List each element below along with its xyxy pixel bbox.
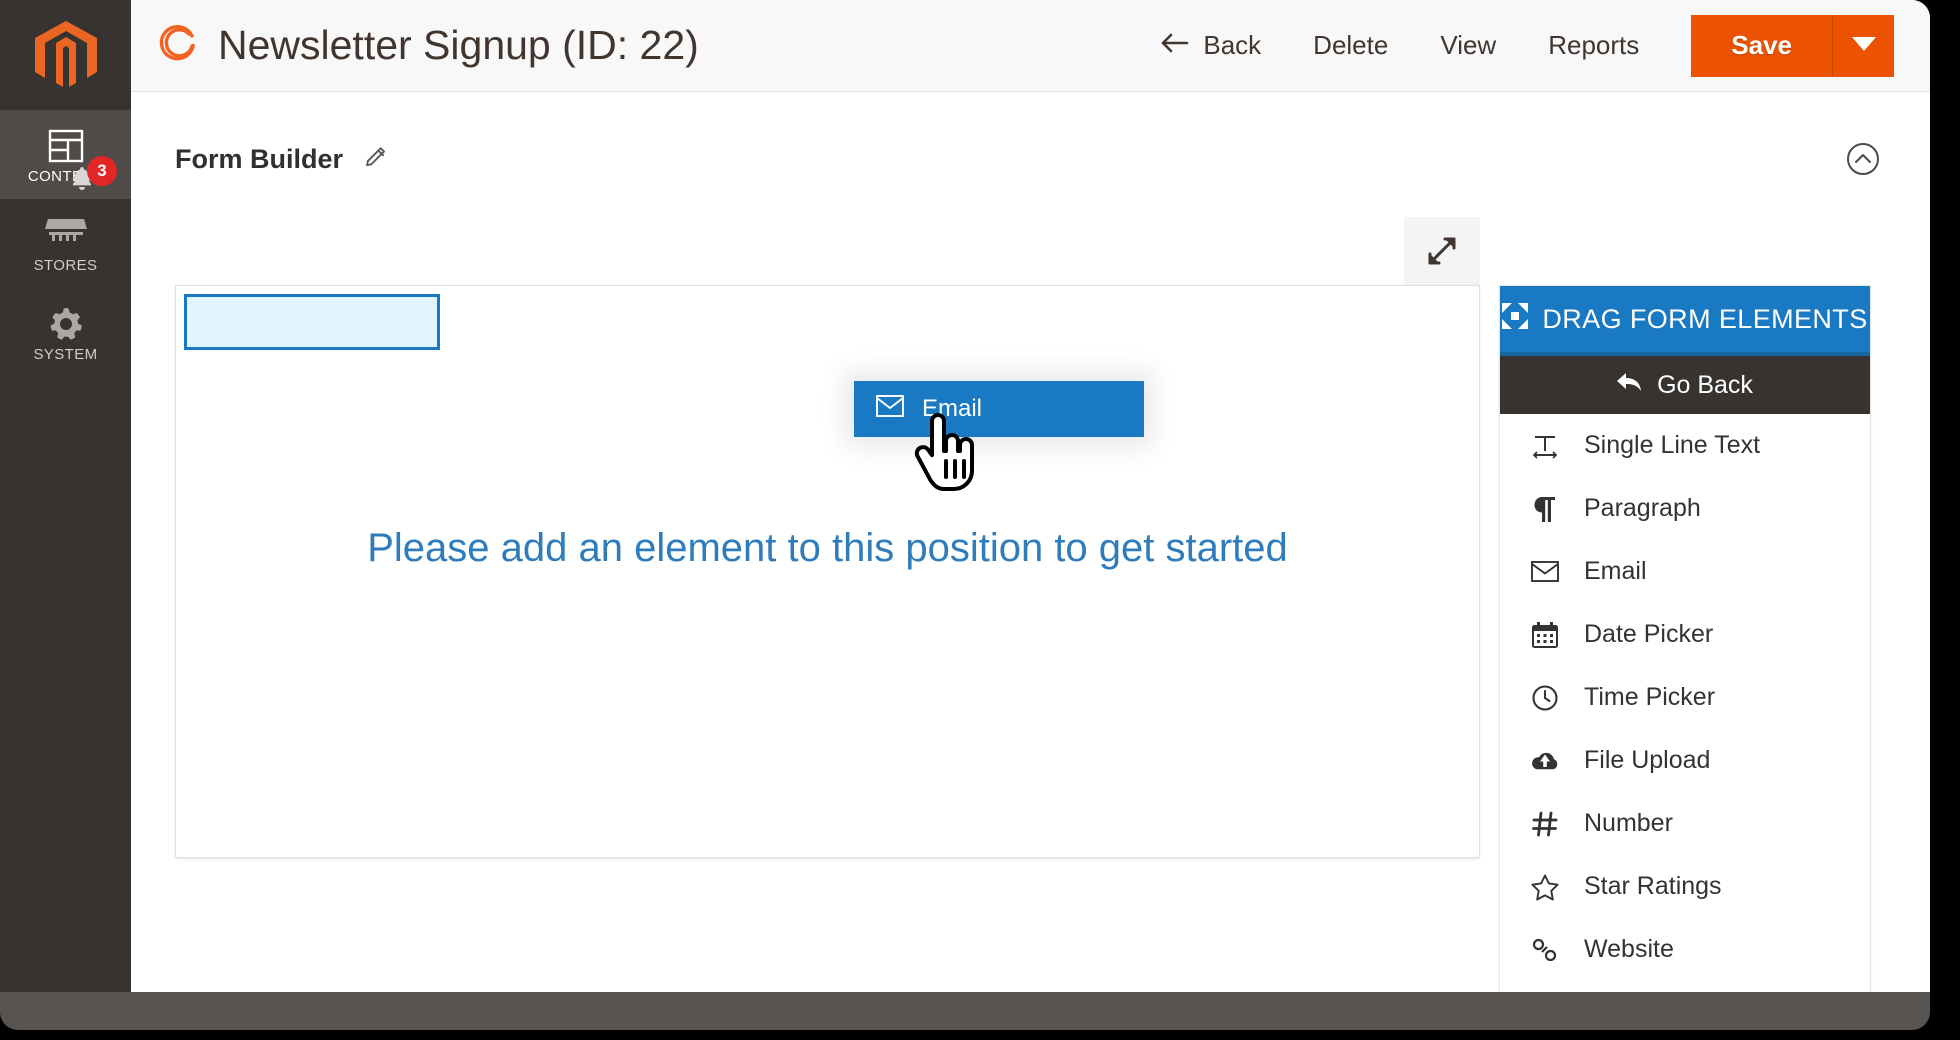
- element-item-label: Paragraph: [1584, 494, 1701, 523]
- view-button[interactable]: View: [1414, 30, 1522, 61]
- element-item-label: Single Line Text: [1584, 431, 1760, 460]
- save-dropdown-toggle[interactable]: [1832, 15, 1894, 77]
- envelope-icon: [876, 395, 904, 424]
- pilcrow-icon: [1530, 496, 1560, 522]
- sidebar-item-content[interactable]: 3 CONTENT: [0, 110, 131, 199]
- back-button[interactable]: Back: [1133, 30, 1287, 61]
- loading-circle-icon: [158, 23, 198, 68]
- go-back-button[interactable]: Go Back: [1500, 356, 1870, 414]
- form-canvas[interactable]: Please add an element to this position t…: [175, 285, 1480, 858]
- clock-icon: [1530, 685, 1560, 711]
- calendar-icon: [1530, 622, 1560, 648]
- panel-header-label: DRAG FORM ELEMENTS: [1542, 304, 1867, 335]
- canvas-empty-text: Please add an element to this position t…: [176, 526, 1479, 571]
- element-item-date-picker[interactable]: Date Picker: [1500, 603, 1870, 666]
- go-back-label: Go Back: [1657, 371, 1753, 400]
- page-title-wrap: Newsletter Signup (ID: 22): [158, 22, 1133, 69]
- delete-button[interactable]: Delete: [1287, 30, 1414, 61]
- drag-arrows-icon: [1502, 303, 1528, 336]
- star-outline-icon: [1530, 874, 1560, 900]
- envelope-icon: [1530, 561, 1560, 582]
- caret-down-icon: [1852, 37, 1876, 54]
- drag-ghost-label: Email: [922, 395, 982, 423]
- view-button-label: View: [1440, 30, 1496, 61]
- sidebar-item-stores[interactable]: STORES: [0, 199, 131, 288]
- page-header: Newsletter Signup (ID: 22) Back Delete V…: [131, 0, 1930, 92]
- hash-icon: [1530, 811, 1560, 837]
- arrow-left-icon: [1159, 30, 1189, 61]
- cloud-upload-icon: [1530, 750, 1560, 772]
- system-gear-icon: [4, 304, 127, 346]
- header-actions: Back Delete View Reports Save: [1133, 0, 1930, 91]
- sidebar-item-label-stores: STORES: [4, 257, 127, 274]
- element-item-star-ratings[interactable]: Star Ratings: [1500, 855, 1870, 918]
- text-width-icon: [1530, 433, 1560, 459]
- save-button[interactable]: Save: [1691, 15, 1832, 77]
- element-item-label: Number: [1584, 809, 1673, 838]
- panel-header: DRAG FORM ELEMENTS: [1500, 286, 1870, 356]
- save-split-button: Save: [1691, 15, 1894, 77]
- admin-sidebar: 3 CONTENT STORES SYSTEM: [0, 0, 131, 992]
- element-item-label: Time Picker: [1584, 683, 1715, 712]
- link-chain-icon: [1530, 937, 1560, 963]
- element-item-email[interactable]: Email: [1500, 540, 1870, 603]
- delete-button-label: Delete: [1313, 30, 1388, 61]
- browser-window-frame: 3 CONTENT STORES SYSTEM: [0, 0, 1930, 1030]
- element-item-time-picker[interactable]: Time Picker: [1500, 666, 1870, 729]
- element-item-single-line-text[interactable]: Single Line Text: [1500, 414, 1870, 477]
- reports-button[interactable]: Reports: [1522, 30, 1665, 61]
- content-notification-badge: 3: [87, 156, 117, 186]
- stores-shop-icon: [4, 215, 127, 257]
- chevron-up-circle-icon[interactable]: [1846, 142, 1880, 181]
- element-item-paragraph[interactable]: Paragraph: [1500, 477, 1870, 540]
- reports-button-label: Reports: [1548, 30, 1639, 61]
- element-item-number[interactable]: Number: [1500, 792, 1870, 855]
- back-button-label: Back: [1203, 30, 1261, 61]
- element-item-website[interactable]: Website: [1500, 918, 1870, 981]
- element-item-label: Date Picker: [1584, 620, 1713, 649]
- main-content: Form Builder Please add an: [131, 92, 1930, 992]
- expand-arrows-icon[interactable]: [1404, 217, 1480, 285]
- element-item-label: Website: [1584, 935, 1674, 964]
- element-item-file-upload[interactable]: File Upload: [1500, 729, 1870, 792]
- drag-form-elements-panel: DRAG FORM ELEMENTS Go Back: [1499, 285, 1871, 992]
- magento-logo-icon[interactable]: [0, 0, 131, 110]
- page-title: Newsletter Signup (ID: 22): [218, 22, 699, 69]
- element-item-label: Email: [1584, 557, 1647, 586]
- pencil-icon[interactable]: [365, 145, 389, 174]
- element-item-label: Star Ratings: [1584, 872, 1722, 901]
- drag-ghost-email-element[interactable]: Email: [854, 381, 1144, 437]
- drop-placeholder[interactable]: [184, 294, 440, 350]
- form-builder-title: Form Builder: [175, 144, 343, 175]
- section-head: Form Builder: [175, 144, 389, 175]
- page-viewport: 3 CONTENT STORES SYSTEM: [0, 0, 1930, 992]
- sidebar-item-system[interactable]: SYSTEM: [0, 288, 131, 377]
- element-item-label: File Upload: [1584, 746, 1710, 775]
- sidebar-item-label-system: SYSTEM: [4, 346, 127, 363]
- arrow-undo-icon: [1617, 371, 1643, 400]
